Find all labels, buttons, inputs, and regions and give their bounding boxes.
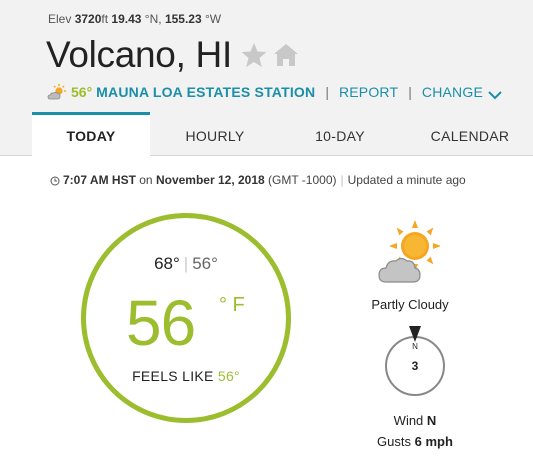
high-temp: 68° xyxy=(154,254,180,273)
separator: | xyxy=(340,173,344,187)
city-title: Volcano, HI xyxy=(46,34,232,75)
elev-value: 3720 xyxy=(74,12,102,26)
partly-cloudy-small-icon xyxy=(47,83,67,101)
feels-like-label: FEELS LIKE xyxy=(132,368,214,384)
tab-10-day[interactable]: 10-DAY xyxy=(285,112,395,156)
elevation-coordinates: Elev 3720ft 19.43 °N, 155.23 °W xyxy=(48,12,221,26)
temperature-unit: ° F xyxy=(219,294,245,316)
wind-summary: Wind N xyxy=(355,413,475,428)
tab-calendar[interactable]: CALENDAR xyxy=(415,112,525,156)
tab-today[interactable]: TODAY xyxy=(32,112,150,157)
observation-clock: 7:07 AM HST xyxy=(63,173,136,187)
wind-direction: N xyxy=(426,413,437,428)
location-header: Elev 3720ft 19.43 °N, 155.23 °W Volcano,… xyxy=(0,0,533,157)
separator: | xyxy=(183,254,189,273)
observation-timezone: (GMT -1000) xyxy=(268,173,337,187)
gusts-value: 6 mph xyxy=(414,434,453,449)
station-temperature: 56° xyxy=(71,84,93,100)
latitude-value: 19.43 xyxy=(111,12,142,26)
star-icon[interactable] xyxy=(240,41,268,69)
change-station-link[interactable]: CHANGE xyxy=(422,84,483,100)
elev-label: Elev xyxy=(48,12,72,26)
separator: | xyxy=(408,84,412,100)
station-name-link[interactable]: MAUNA LOA ESTATES STATION xyxy=(96,84,315,100)
wind-direction-short: N xyxy=(412,342,418,351)
current-temperature: 56 xyxy=(126,287,196,359)
title-row: Volcano, HI xyxy=(46,34,300,76)
partly-cloudy-icon xyxy=(378,220,441,286)
observation-on: on xyxy=(139,173,153,187)
longitude-value: 155.23 xyxy=(164,12,202,26)
longitude-dir: °W xyxy=(204,12,222,26)
gusts-label: Gusts xyxy=(377,434,412,449)
tab-hourly[interactable]: HOURLY xyxy=(160,112,270,156)
elev-unit: ft xyxy=(101,12,109,26)
feels-like-value: 56° xyxy=(217,368,240,384)
station-row: 56° MAUNA LOA ESTATES STATION | REPORT |… xyxy=(47,83,502,101)
wind-label: Wind xyxy=(393,413,424,428)
forecast-tabs: TODAY HOURLY 10-DAY CALENDAR xyxy=(0,112,533,157)
clock-icon xyxy=(50,175,60,186)
current-temperature-ring: 68° | 56° 56 ° F FEELS LIKE 56° xyxy=(81,213,291,423)
gusts-summary: Gusts 6 mph xyxy=(355,434,475,449)
feels-like: FEELS LIKE 56° xyxy=(86,368,286,384)
low-temp: 56° xyxy=(192,254,218,273)
latitude-dir: °N, xyxy=(144,12,162,26)
observation-time: 7:07 AM HST on November 12, 2018 (GMT -1… xyxy=(50,173,466,187)
wind-speed-value: 3 xyxy=(411,359,419,373)
chevron-down-icon[interactable] xyxy=(488,87,502,100)
condition-summary: Partly Cloudy xyxy=(371,297,449,312)
high-low: 68° | 56° xyxy=(86,254,286,274)
report-link[interactable]: REPORT xyxy=(339,84,398,100)
separator: | xyxy=(325,84,329,100)
home-icon[interactable] xyxy=(272,41,300,69)
updated-text: Updated a minute ago xyxy=(347,173,466,187)
observation-date: November 12, 2018 xyxy=(155,173,265,187)
